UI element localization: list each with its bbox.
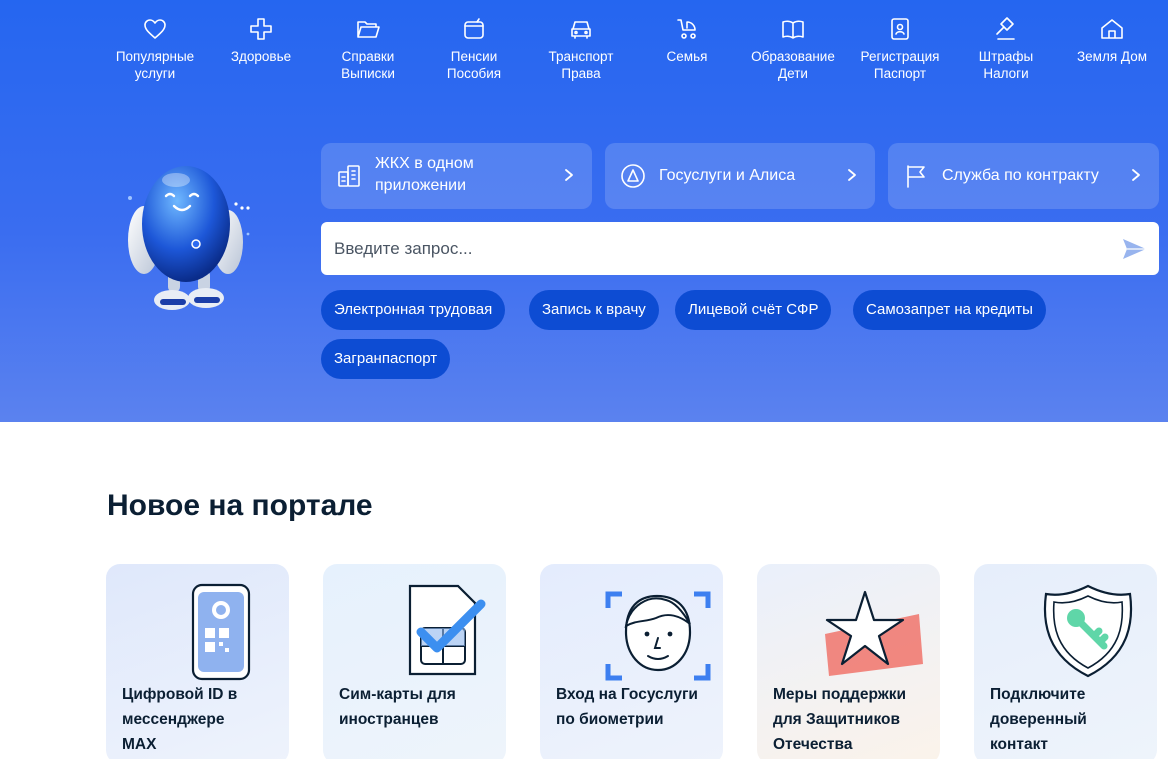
category-family[interactable]: Семья	[632, 16, 742, 65]
chip-electronic-workbook[interactable]: Электронная трудовая	[321, 290, 506, 330]
category-fines[interactable]: Штрафы Налоги	[951, 16, 1061, 82]
category-certificates[interactable]: Справки Выписки	[313, 16, 423, 82]
building-icon	[335, 162, 363, 190]
chip-passport[interactable]: Загранпаспорт	[321, 339, 451, 379]
news-card-label: Сим-карты для иностранцев	[339, 686, 456, 728]
category-health[interactable]: Здоровье	[206, 16, 316, 65]
category-land[interactable]: Земля Дом	[1057, 16, 1167, 65]
folder-icon	[355, 16, 381, 42]
stroller-icon	[674, 16, 700, 42]
wallet-icon	[461, 16, 487, 42]
chevron-right-icon	[1131, 165, 1141, 185]
category-education[interactable]: Образование Дети	[738, 16, 848, 82]
house-icon	[1099, 16, 1125, 42]
search-bar	[321, 222, 1159, 275]
category-label: Земля Дом	[1077, 49, 1147, 64]
category-label: Пенсии Пособия	[446, 49, 502, 81]
shield-key-icon	[974, 572, 1157, 682]
heart-icon	[142, 16, 168, 42]
star-icon	[757, 572, 940, 682]
chevron-right-icon	[564, 165, 574, 185]
robot-mascot-illustration	[120, 152, 270, 322]
quick-link-label: ЖКХ в одном приложении	[375, 155, 474, 194]
category-popular[interactable]: Популярные услуги	[100, 16, 210, 82]
news-section-title: Новое на портале	[107, 489, 373, 522]
category-transport[interactable]: Транспорт Права	[526, 16, 636, 82]
quick-link-housing[interactable]: ЖКХ в одном приложении	[321, 143, 592, 209]
category-label: Регистрация Паспорт	[860, 49, 940, 81]
news-card-label: Подключите доверенный контакт	[990, 686, 1087, 753]
news-card-label: Вход на Госуслуги по биометрии	[556, 686, 698, 728]
quick-link-contract[interactable]: Служба по контракту	[888, 143, 1159, 209]
category-label: Здоровье	[230, 49, 292, 64]
book-icon	[780, 16, 806, 42]
category-label: Транспорт Права	[548, 49, 614, 81]
chip-credit-ban[interactable]: Самозапрет на кредиты	[853, 290, 1046, 330]
category-label: Семья	[666, 49, 708, 64]
news-card-label: Цифровой ID в мессенджере MAX	[122, 686, 238, 753]
chip-sfr-account[interactable]: Лицевой счёт СФР	[675, 290, 832, 330]
alice-icon	[619, 162, 647, 190]
sim-card-icon	[323, 572, 506, 682]
news-card-support-measures[interactable]: Меры поддержки для Защитников Отечества	[757, 564, 940, 759]
flag-icon	[902, 162, 930, 190]
quick-link-label: Госуслуги и Алиса	[659, 167, 796, 184]
quick-link-label: Служба по контракту	[942, 167, 1099, 184]
search-input[interactable]	[321, 222, 1101, 275]
category-label: Образование Дети	[751, 49, 835, 81]
news-card-trusted-contact[interactable]: Подключите доверенный контакт	[974, 564, 1157, 759]
send-icon[interactable]	[1119, 234, 1149, 264]
news-card-biometrics[interactable]: Вход на Госуслуги по биометрии	[540, 564, 723, 759]
category-pensions[interactable]: Пенсии Пособия	[419, 16, 529, 82]
phone-qr-icon	[106, 572, 289, 682]
quick-link-alice[interactable]: Госуслуги и Алиса	[605, 143, 875, 209]
face-scan-icon	[540, 572, 723, 682]
news-card-sim-cards[interactable]: Сим-карты для иностранцев	[323, 564, 506, 759]
chip-doctor-appointment[interactable]: Запись к врачу	[529, 290, 659, 330]
category-label: Справки Выписки	[341, 49, 395, 81]
medical-cross-icon	[248, 16, 274, 42]
chevron-right-icon	[847, 165, 857, 185]
car-icon	[568, 16, 594, 42]
category-label: Популярные услуги	[115, 49, 195, 81]
gavel-icon	[993, 16, 1019, 42]
category-label: Штрафы Налоги	[978, 49, 1034, 81]
id-card-icon	[887, 16, 913, 42]
category-registration[interactable]: Регистрация Паспорт	[845, 16, 955, 82]
news-card-digital-id[interactable]: Цифровой ID в мессенджере MAX	[106, 564, 289, 759]
news-card-label: Меры поддержки для Защитников Отечества	[773, 686, 907, 753]
hero-section: Популярные услуги Здоровье Справки Выпис…	[0, 0, 1168, 422]
